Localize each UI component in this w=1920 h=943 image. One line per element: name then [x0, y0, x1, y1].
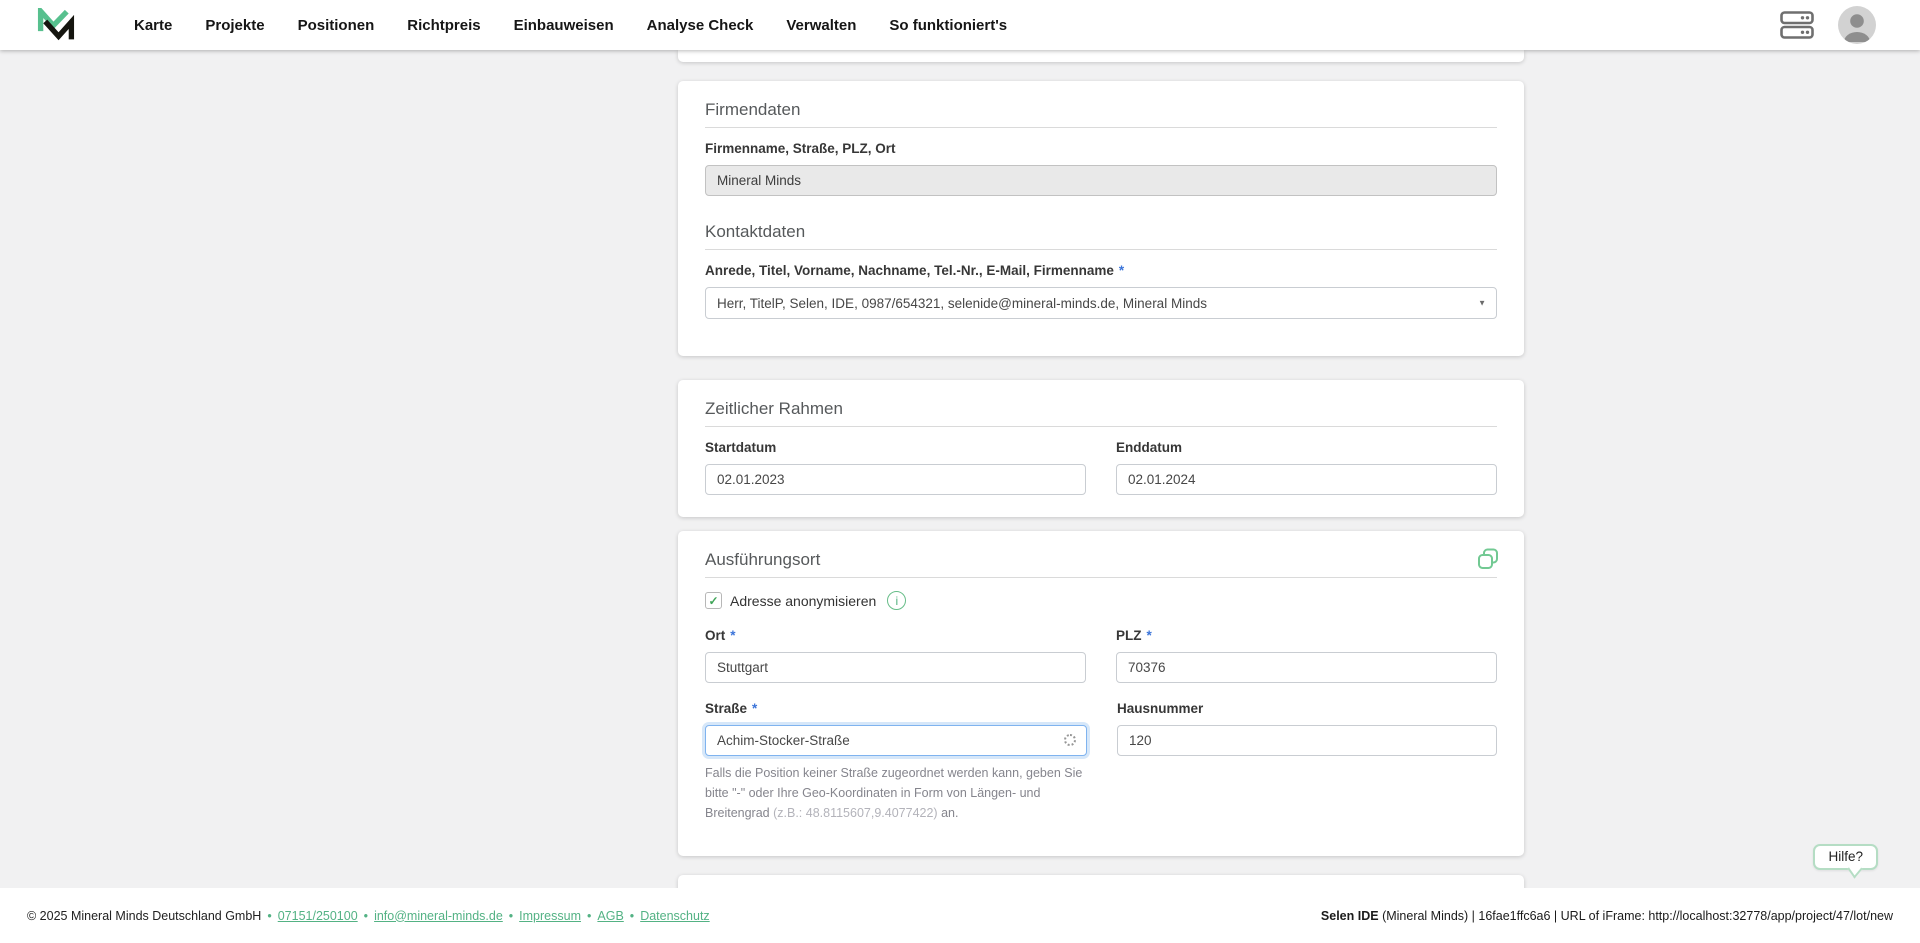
footer-link-email[interactable]: info@mineral-minds.de [374, 909, 503, 923]
info-icon[interactable]: i [887, 591, 907, 610]
ort-input[interactable] [705, 652, 1086, 683]
divider [705, 249, 1497, 250]
footer-link-datenschutz[interactable]: Datenschutz [640, 909, 709, 923]
startdatum-label: Startdatum [705, 440, 777, 455]
plz-label: PLZ * [1116, 628, 1152, 643]
nav-item-einbauweisen[interactable]: Einbauweisen [514, 17, 614, 34]
help-button[interactable]: Hilfe? [1813, 844, 1878, 870]
firmenname-input [705, 165, 1497, 196]
strasse-label: Straße * [705, 701, 758, 716]
ausfuehrungsort-title: Ausführungsort [705, 550, 821, 569]
divider [705, 426, 1497, 427]
loading-spinner-icon [1064, 734, 1076, 746]
hausnummer-label: Hausnummer [1117, 701, 1204, 716]
ort-label: Ort * [705, 628, 736, 643]
nav-item-analyse-check[interactable]: Analyse Check [647, 17, 754, 34]
top-navbar: Karte Projekte Positionen Richtpreis Ein… [0, 0, 1920, 50]
hausnummer-input[interactable] [1117, 725, 1497, 756]
server-stack-icon[interactable] [1780, 11, 1814, 39]
firmendaten-title: Firmendaten [705, 100, 801, 119]
navbar-right [1780, 0, 1876, 50]
divider [705, 577, 1497, 578]
anonymize-label: Adresse anonymisieren [730, 592, 877, 609]
divider [705, 127, 1497, 128]
nav-item-richtpreis[interactable]: Richtpreis [407, 17, 480, 34]
scrolled-card-fragment-top [678, 50, 1524, 62]
nav-item-so-funktionierts[interactable]: So funktioniert's [889, 17, 1007, 34]
footer: © 2025 Mineral Minds Deutschland GmbH • … [0, 888, 1920, 943]
person-icon [1844, 14, 1870, 42]
enddatum-input[interactable] [1116, 464, 1497, 495]
kontakt-select[interactable]: Herr, TitelP, Selen, IDE, 0987/654321, s… [705, 287, 1497, 319]
zeitraum-title: Zeitlicher Rahmen [705, 399, 843, 418]
nav-item-projekte[interactable]: Projekte [205, 17, 264, 34]
zeitlicher-rahmen-card: Zeitlicher Rahmen Startdatum Enddatum [678, 380, 1524, 517]
footer-link-agb[interactable]: AGB [597, 909, 623, 923]
copyright-text: © 2025 Mineral Minds Deutschland GmbH [27, 908, 262, 923]
required-asterisk: * [1118, 263, 1125, 278]
footer-link-impressum[interactable]: Impressum [519, 909, 581, 923]
required-asterisk: * [730, 628, 736, 643]
nav-item-positionen[interactable]: Positionen [298, 17, 375, 34]
footer-link-phone[interactable]: 07151/250100 [278, 909, 358, 923]
footer-left: © 2025 Mineral Minds Deutschland GmbH • … [27, 908, 710, 923]
copy-icon[interactable] [1476, 547, 1500, 571]
firmenname-label: Firmenname, Straße, PLZ, Ort [705, 141, 896, 156]
anonymize-checkbox[interactable]: ✓ [705, 592, 722, 609]
required-asterisk: * [752, 701, 758, 716]
nav-item-karte[interactable]: Karte [134, 17, 172, 34]
strasse-input[interactable] [705, 725, 1087, 756]
firmendaten-card: Firmendaten Firmenname, Straße, PLZ, Ort… [678, 81, 1524, 356]
nav-item-verwalten[interactable]: Verwalten [786, 17, 856, 34]
strasse-hint: Falls die Position keiner Straße zugeord… [705, 766, 1083, 820]
startdatum-input[interactable] [705, 464, 1086, 495]
required-asterisk: * [1146, 628, 1152, 643]
plz-input[interactable] [1116, 652, 1497, 683]
user-avatar-button[interactable] [1838, 6, 1876, 44]
ide-status-text: Selen IDE (Mineral Minds) | 16fae1ffc6a6… [1320, 908, 1893, 923]
ausfuehrungsort-card: Ausführungsort ✓ Adresse anonymisieren i… [678, 531, 1524, 856]
kontakt-label: Anrede, Titel, Vorname, Nachname, Tel.-N… [705, 263, 1125, 278]
kontaktdaten-title: Kontaktdaten [705, 222, 806, 241]
main-nav: Karte Projekte Positionen Richtpreis Ein… [134, 17, 1007, 34]
enddatum-label: Enddatum [1116, 440, 1182, 455]
mineral-minds-logo-icon[interactable] [36, 8, 76, 42]
